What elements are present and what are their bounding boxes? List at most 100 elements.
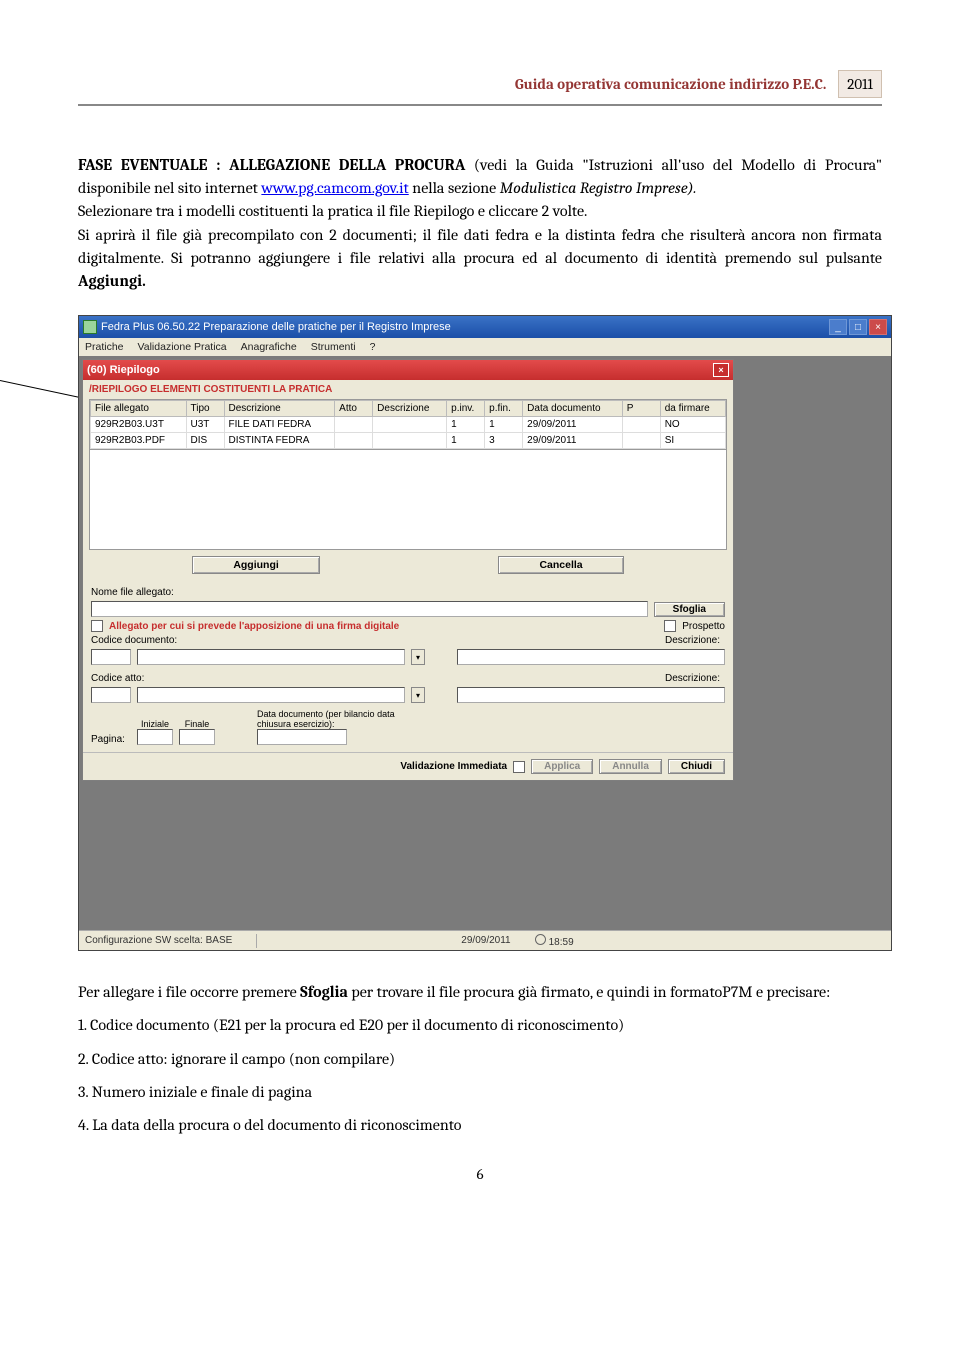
cell: U3T bbox=[186, 417, 224, 433]
chiudi-button[interactable]: Chiudi bbox=[668, 759, 725, 774]
aggiungi-word: Aggiungi. bbox=[78, 272, 146, 290]
table-header-row: File allegato Tipo Descrizione Atto Desc… bbox=[91, 401, 726, 417]
cell: NO bbox=[660, 417, 725, 433]
codice-doc-descr-input[interactable] bbox=[137, 649, 405, 665]
sfoglia-word: Sfoglia bbox=[300, 983, 348, 1001]
col-descr[interactable]: Descrizione bbox=[224, 401, 335, 417]
col-data[interactable]: Data documento bbox=[523, 401, 623, 417]
aggiungi-button[interactable]: Aggiungi bbox=[192, 556, 320, 574]
cell: 1 bbox=[447, 433, 485, 449]
descr-input[interactable] bbox=[457, 649, 725, 665]
below-paragraphs: Per allegare i file occorre premere Sfog… bbox=[78, 981, 882, 1137]
section-italic: Modulistica Registro Imprese). bbox=[500, 179, 697, 197]
pagina-iniziale-input[interactable] bbox=[137, 729, 173, 745]
finale-label: Finale bbox=[185, 719, 210, 729]
menu-pratiche[interactable]: Pratiche bbox=[85, 341, 124, 353]
cancella-button[interactable]: Cancella bbox=[498, 556, 623, 574]
firma-label: Allegato per cui si prevede l'apposizion… bbox=[109, 621, 399, 632]
codice-doc-input[interactable] bbox=[91, 649, 131, 665]
app-icon bbox=[83, 320, 97, 334]
prospetto-label: Prospetto bbox=[682, 621, 725, 632]
header-year: 2011 bbox=[838, 70, 882, 98]
table-row[interactable]: 929R2B03.PDF DIS DISTINTA FEDRA 1 3 29/0… bbox=[91, 433, 726, 449]
sfoglia-button[interactable]: Sfoglia bbox=[654, 602, 725, 617]
status-time: 18:59 bbox=[549, 937, 574, 948]
col-firm[interactable]: da firmare bbox=[660, 401, 725, 417]
menu-help[interactable]: ? bbox=[370, 341, 376, 353]
cell: 929R2B03.PDF bbox=[91, 433, 187, 449]
link-pgcamcom[interactable]: www.pg.camcom.gov.it bbox=[261, 179, 408, 197]
cell bbox=[373, 417, 447, 433]
codice-atto-input[interactable] bbox=[91, 687, 131, 703]
dropdown-icon[interactable]: ▾ bbox=[411, 687, 425, 703]
cell: 3 bbox=[485, 433, 523, 449]
firma-checkbox[interactable] bbox=[91, 620, 103, 632]
section-label: /RIEPILOGO ELEMENTI COSTITUENTI LA PRATI… bbox=[83, 380, 733, 399]
header-title: Guida operativa comunicazione indirizzo … bbox=[515, 75, 826, 93]
cell: 1 bbox=[447, 417, 485, 433]
list-item-1: 1. Codice documento (E21 per la procura … bbox=[78, 1014, 882, 1037]
intro-paragraph: FASE EVENTUALE : ALLEGAZIONE DELLA PROCU… bbox=[78, 154, 882, 293]
col-tipo[interactable]: Tipo bbox=[186, 401, 224, 417]
table-row[interactable]: 929R2B03.U3T U3T FILE DATI FEDRA 1 1 29/… bbox=[91, 417, 726, 433]
cell bbox=[622, 417, 660, 433]
descr2-label: Descrizione: bbox=[665, 673, 725, 684]
menu-anagrafiche[interactable]: Anagrafiche bbox=[241, 341, 297, 353]
minimize-button[interactable]: _ bbox=[829, 319, 847, 335]
embedded-screenshot: Fedra Plus 06.50.22 Preparazione delle p… bbox=[78, 315, 882, 951]
below-p1c: per trovare il file procura già firmato,… bbox=[348, 983, 830, 1001]
col-pinv[interactable]: p.inv. bbox=[447, 401, 485, 417]
page-header: Guida operativa comunicazione indirizzo … bbox=[78, 70, 882, 106]
nome-file-label: Nome file allegato: bbox=[91, 587, 179, 598]
applica-button[interactable]: Applica bbox=[531, 759, 593, 774]
page-number: 6 bbox=[78, 1165, 882, 1183]
menubar: Pratiche Validazione Pratica Anagrafiche… bbox=[79, 338, 891, 356]
app-titlebar: Fedra Plus 06.50.22 Preparazione delle p… bbox=[79, 316, 891, 338]
cell bbox=[373, 433, 447, 449]
validazione-label: Validazione Immediata bbox=[400, 761, 507, 772]
lead-text: FASE EVENTUALE : ALLEGAZIONE DELLA PROCU… bbox=[78, 156, 465, 174]
cell: SI bbox=[660, 433, 725, 449]
cell bbox=[335, 433, 373, 449]
cell bbox=[335, 417, 373, 433]
codice-atto-descr-input[interactable] bbox=[137, 687, 405, 703]
descr2-input[interactable] bbox=[457, 687, 725, 703]
cell: DIS bbox=[186, 433, 224, 449]
dropdown-icon[interactable]: ▾ bbox=[411, 649, 425, 665]
inner-close-button[interactable]: × bbox=[713, 363, 729, 377]
table-empty-space bbox=[89, 450, 727, 550]
close-button[interactable]: × bbox=[869, 319, 887, 335]
maximize-button[interactable]: □ bbox=[849, 319, 867, 335]
nome-file-input[interactable] bbox=[91, 601, 648, 617]
col-p[interactable]: P bbox=[622, 401, 660, 417]
col-file[interactable]: File allegato bbox=[91, 401, 187, 417]
list-item-3: 3. Numero iniziale e finale di pagina bbox=[78, 1081, 882, 1104]
cell: 29/09/2011 bbox=[523, 417, 623, 433]
intro-rest: Selezionare tra i modelli costituenti la… bbox=[78, 200, 882, 223]
intro-p2a: Si aprirà il file già precompilato con 2… bbox=[78, 226, 882, 267]
intro-t2: nella sezione bbox=[409, 179, 500, 197]
col-descr2[interactable]: Descrizione bbox=[373, 401, 447, 417]
col-atto[interactable]: Atto bbox=[335, 401, 373, 417]
iniziale-label: Iniziale bbox=[141, 719, 169, 729]
statusbar: Configurazione SW scelta: BASE 29/09/201… bbox=[79, 930, 891, 950]
status-date: 29/09/2011 bbox=[461, 935, 510, 946]
col-pfin[interactable]: p.fin. bbox=[485, 401, 523, 417]
cell: 1 bbox=[485, 417, 523, 433]
pagina-finale-input[interactable] bbox=[179, 729, 215, 745]
menu-strumenti[interactable]: Strumenti bbox=[311, 341, 356, 353]
cell: 29/09/2011 bbox=[523, 433, 623, 449]
status-config: Configurazione SW scelta: BASE bbox=[85, 935, 232, 946]
codice-doc-label: Codice documento: bbox=[91, 635, 179, 646]
validazione-checkbox[interactable] bbox=[513, 761, 525, 773]
data-doc-input[interactable] bbox=[257, 729, 347, 745]
menu-validazione[interactable]: Validazione Pratica bbox=[138, 341, 227, 353]
list-item-4: 4. La data della procura o del documento… bbox=[78, 1114, 882, 1137]
cell: FILE DATI FEDRA bbox=[224, 417, 335, 433]
codice-atto-label: Codice atto: bbox=[91, 673, 179, 684]
inner-title: (60) Riepilogo bbox=[87, 364, 160, 376]
list-item-2: 2. Codice atto: ignorare il campo (non c… bbox=[78, 1048, 882, 1071]
riepilogo-window: (60) Riepilogo × /RIEPILOGO ELEMENTI COS… bbox=[83, 360, 733, 780]
annulla-button[interactable]: Annulla bbox=[599, 759, 662, 774]
prospetto-checkbox[interactable] bbox=[664, 620, 676, 632]
